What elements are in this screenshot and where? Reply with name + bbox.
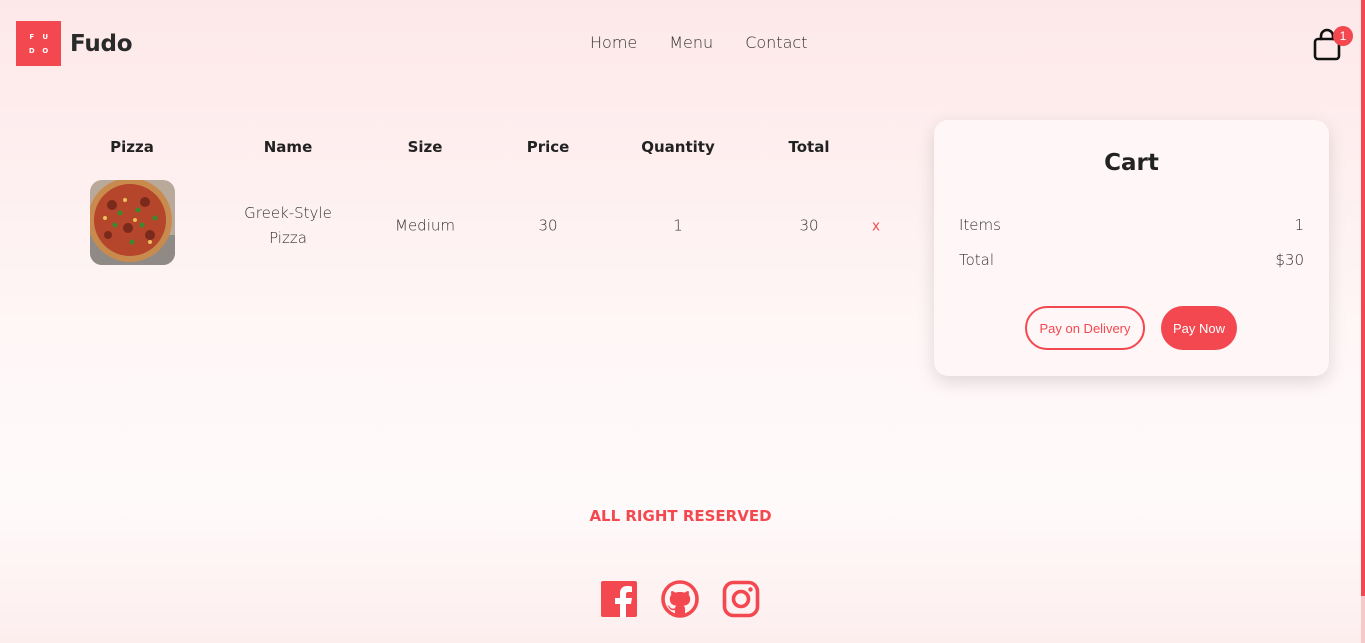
pay-on-delivery-button[interactable]: Pay on Delivery	[1025, 306, 1145, 350]
pizza-thumbnail	[90, 180, 175, 265]
item-price: 30	[538, 216, 558, 235]
cart-table-header: Pizza Name Size Price Quantity Total	[0, 138, 900, 162]
item-size: Medium	[395, 216, 455, 235]
cart-title: Cart	[1104, 150, 1159, 176]
instagram-icon[interactable]	[722, 580, 760, 618]
item-total: 30	[799, 216, 819, 235]
summary-total-label: Total	[959, 251, 995, 269]
nav-contact[interactable]: Contact	[745, 33, 807, 52]
remove-item-button[interactable]: x	[872, 218, 880, 235]
pay-now-button[interactable]: Pay Now	[1161, 306, 1237, 350]
nav-home[interactable]: Home	[590, 33, 637, 52]
summary-items-row: Items 1	[959, 216, 1304, 234]
column-header-price: Price	[526, 138, 570, 156]
item-quantity: 1	[673, 216, 683, 235]
scroll-edge-bar	[1361, 0, 1365, 596]
github-icon[interactable]	[661, 580, 699, 618]
logo-letter: O	[42, 46, 49, 55]
header: F U D O Fudo Home Menu Contact 1	[0, 0, 1361, 90]
summary-total-row: Total $30	[959, 251, 1304, 269]
table-row: Greek-Style Pizza Medium 30 1 30 x	[0, 180, 900, 266]
brand-name: Fudo	[70, 30, 133, 57]
main-nav: Home Menu Contact	[590, 33, 807, 52]
social-links	[600, 580, 760, 618]
column-header-pizza: Pizza	[110, 138, 154, 156]
nav-menu[interactable]: Menu	[669, 33, 713, 52]
logo-letter: D	[28, 46, 35, 55]
cart-count-badge: 1	[1333, 26, 1353, 46]
item-name: Greek-Style Pizza	[244, 204, 332, 247]
cart-summary-card: Cart Items 1 Total $30 Pay on Delivery P…	[934, 120, 1329, 376]
column-header-total: Total	[788, 138, 830, 156]
summary-items-value: 1	[1294, 216, 1304, 234]
logo-letter: F	[29, 32, 35, 41]
brand-logo[interactable]: F U D O Fudo	[16, 21, 133, 66]
column-header-size: Size	[407, 138, 443, 156]
facebook-icon[interactable]	[600, 580, 638, 618]
cart-button[interactable]: 1	[1310, 26, 1353, 66]
logo-letter: U	[42, 32, 49, 41]
logo-mark: F U D O	[16, 21, 61, 66]
footer-copyright: ALL RIGHT RESERVED	[589, 507, 772, 525]
column-header-name: Name	[263, 138, 313, 156]
summary-total-value: $30	[1275, 251, 1304, 269]
column-header-quantity: Quantity	[641, 138, 715, 156]
summary-items-label: Items	[959, 216, 1001, 234]
scroll-edge-track	[1361, 596, 1365, 643]
